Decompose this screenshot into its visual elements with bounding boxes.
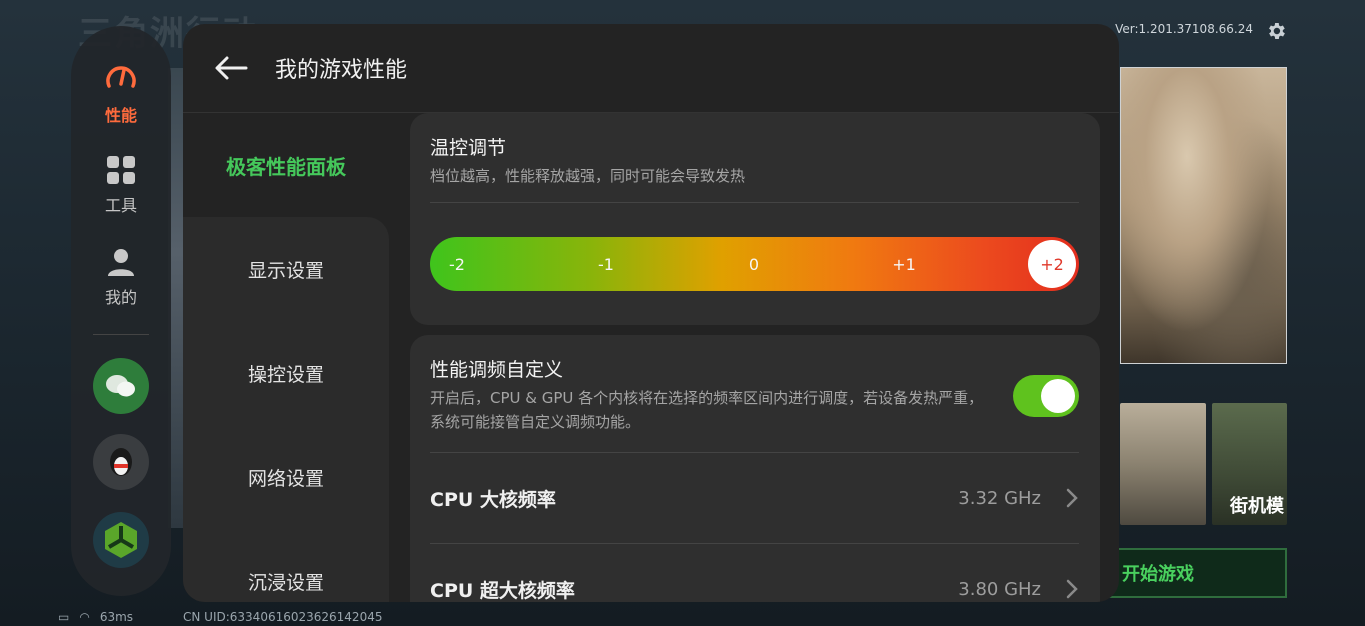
rail-item-label: 性能 [104,106,137,125]
wifi-icon: ◠ [79,610,90,624]
performance-panel: 我的游戏性能 极客性能面板 显示设置 操控设置 网络设置 沉浸设置 温控调节 档… [183,24,1119,602]
qq-icon[interactable] [93,434,149,490]
custom-frequency-title: 性能调频自定义 [430,359,564,381]
divider [430,202,1079,203]
mode-thumbnail-label: 街机模 [1230,496,1284,517]
level-tick[interactable]: 0 [729,237,779,291]
mode-thumbnail[interactable] [1120,403,1206,525]
person-icon [108,249,134,276]
row-value: 3.32 GHz [958,487,1041,509]
status-bar: ▭ ◠ 63ms [58,610,133,624]
game-app-icon[interactable] [93,512,149,568]
row-label: CPU 大核频率 [430,488,556,511]
grid-icon [107,156,135,184]
custom-frequency-description: 开启后，CPU & GPU 各个内核将在选择的频率区间内进行调度，若设备发热严重… [430,389,984,431]
rail-item-mine[interactable]: 我的 [71,246,171,308]
row-label: CPU 超大核频率 [430,579,575,602]
subnav-item-controls[interactable]: 操控设置 [183,321,389,425]
game-banner-image[interactable] [1120,67,1287,364]
subnav-item-geek-panel[interactable]: 极客性能面板 [183,113,389,217]
subnav-item-network[interactable]: 网络设置 [183,425,389,529]
rail-item-tools[interactable]: 工具 [71,154,171,216]
start-game-button[interactable]: 开始游戏 [1100,548,1287,598]
chevron-right-icon [1066,579,1078,599]
toggle-knob [1041,379,1075,413]
rail-item-performance[interactable]: 性能 [71,60,171,126]
gauge-icon [106,66,136,88]
row-value: 3.80 GHz [958,578,1041,600]
panel-header: 我的游戏性能 [183,24,1119,113]
settings-content: 温控调节 档位越高，性能释放越强，同时可能会导致发热 -2 -1 0 +1 +2… [410,113,1100,602]
gear-icon[interactable] [1265,20,1287,42]
subnav-item-immersion[interactable]: 沉浸设置 [183,529,389,602]
uid-text: CN UID:6334061602362614​2045 [183,610,383,624]
page-title: 我的游戏性能 [275,58,408,83]
rail-divider [93,334,149,335]
custom-frequency-card: 性能调频自定义 开启后，CPU & GPU 各个内核将在选择的频率区间内进行调度… [410,335,1100,602]
thermal-control-card: 温控调节 档位越高，性能释放越强，同时可能会导致发热 -2 -1 0 +1 +2 [410,113,1100,325]
ping-text: 63ms [99,610,134,624]
thermal-description: 档位越高，性能释放越强，同时可能会导致发热 [430,167,746,185]
settings-subnav: 极客性能面板 显示设置 操控设置 网络设置 沉浸设置 [183,113,389,602]
rail-item-label: 我的 [104,288,137,307]
custom-frequency-toggle[interactable] [1013,375,1079,417]
version-text: Ver:1.201.37108.66.24 [1115,22,1253,36]
subnav-list: 显示设置 操控设置 网络设置 沉浸设置 [183,217,389,602]
cpu-big-core-row[interactable]: CPU 大核频率 3.32 GHz [430,453,1079,543]
battery-icon: ▭ [58,610,70,624]
chevron-right-icon [1066,488,1078,508]
wechat-icon[interactable] [93,358,149,414]
slider-knob[interactable]: +2 [1028,240,1076,288]
level-tick[interactable]: -2 [432,237,482,291]
arrow-left-icon [215,56,248,80]
side-rail: 性能 工具 我的 [71,26,171,596]
back-button[interactable] [211,48,251,88]
thermal-level-slider[interactable]: -2 -1 0 +1 +2 [430,237,1079,291]
rail-item-label: 工具 [104,196,137,215]
cpu-prime-core-row[interactable]: CPU 超大核频率 3.80 GHz [430,544,1079,602]
thermal-title: 温控调节 [430,137,507,159]
level-tick[interactable]: +1 [879,237,929,291]
subnav-item-display[interactable]: 显示设置 [183,217,389,321]
level-tick[interactable]: -1 [581,237,631,291]
